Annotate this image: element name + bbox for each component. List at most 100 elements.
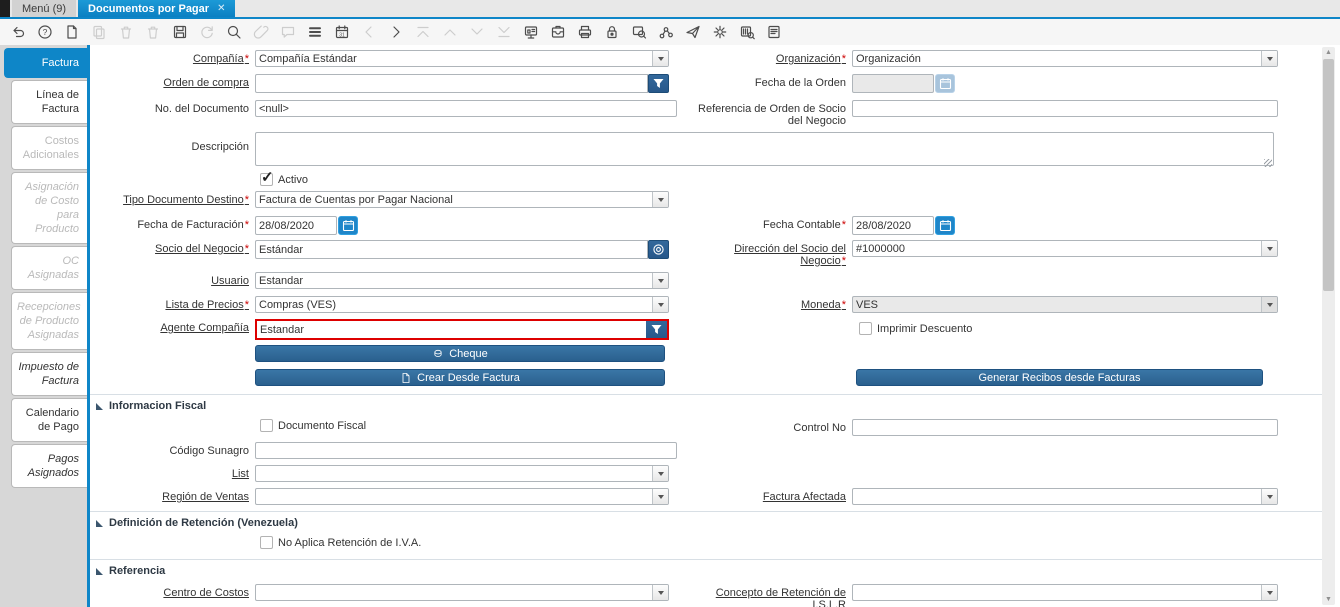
print-icon[interactable] — [576, 24, 593, 41]
usuario-value: Estandar — [259, 275, 304, 287]
organizacion-combo[interactable]: Organización — [852, 50, 1278, 67]
tipo-documento-label[interactable]: Tipo Documento Destino — [95, 191, 255, 208]
fecha-facturacion-input[interactable] — [255, 216, 337, 235]
section-header[interactable]: Informacion Fiscal — [95, 399, 1322, 419]
lista-precios-combo[interactable]: Compras (VES) — [255, 296, 669, 313]
form-row: List — [95, 465, 1322, 482]
referencia-orden-input[interactable] — [852, 100, 1278, 117]
tab-menu[interactable]: Menú (9) — [12, 0, 77, 17]
socio-negocio-label[interactable]: Socio del Negocio — [95, 240, 255, 259]
chevron-down-icon[interactable] — [1261, 585, 1277, 600]
factura-afectada-label[interactable]: Factura Afectada — [690, 488, 852, 505]
chevron-down-icon[interactable] — [652, 489, 668, 504]
socio-negocio-input[interactable] — [255, 240, 648, 259]
report-view-icon[interactable] — [765, 24, 782, 41]
report-icon[interactable] — [522, 24, 539, 41]
find-icon[interactable] — [225, 24, 242, 41]
fecha-contable-input[interactable] — [852, 216, 934, 235]
documento-fiscal-checkbox[interactable]: Documento Fiscal — [260, 419, 366, 432]
codigo-sunagro-input[interactable] — [255, 442, 677, 459]
settings-icon[interactable] — [711, 24, 728, 41]
tab-documentos-por-pagar[interactable]: Documentos por Pagar ✕ — [78, 0, 236, 17]
concepto-islr-combo[interactable] — [852, 584, 1278, 601]
cheque-button-label: Cheque — [449, 347, 488, 360]
sidebar-tab-factura[interactable]: Factura — [4, 48, 87, 78]
workflow-icon[interactable] — [657, 24, 674, 41]
search-funnel-icon[interactable] — [646, 321, 667, 338]
detail-forward-icon[interactable] — [387, 24, 404, 41]
chevron-down-icon[interactable] — [652, 51, 668, 66]
crear-desde-factura-button[interactable]: Crear Desde Factura — [255, 369, 665, 386]
search-funnel-icon[interactable] — [648, 74, 669, 93]
close-tab-icon[interactable]: ✕ — [217, 3, 225, 14]
list-combo[interactable] — [255, 465, 669, 482]
chevron-down-icon[interactable] — [652, 273, 668, 288]
lista-precios-label[interactable]: Lista de Precios — [95, 296, 255, 313]
new-record-icon[interactable] — [63, 24, 80, 41]
activo-checkbox[interactable]: Activo — [260, 168, 308, 186]
region-ventas-label[interactable]: Región de Ventas — [95, 488, 255, 505]
generar-recibos-button[interactable]: Generar Recibos desde Facturas — [856, 369, 1263, 386]
scroll-down-icon[interactable]: ▼ — [1322, 594, 1335, 605]
centro-costos-combo[interactable] — [255, 584, 669, 601]
form-row: Fecha de Facturación Fecha Contable — [95, 216, 1340, 235]
orden-compra-label[interactable]: Orden de compra — [95, 74, 255, 93]
archive-icon[interactable] — [549, 24, 566, 41]
sidebar-tab-impuesto-de-factura[interactable]: Impuesto de Factura — [11, 352, 87, 396]
direccion-socio-label[interactable]: Dirección del Socio del Negocio — [690, 240, 852, 267]
factura-afectada-combo[interactable] — [852, 488, 1278, 505]
section-title: Definición de Retención (Venezuela) — [109, 517, 298, 529]
compania-combo[interactable]: Compañía Estándar — [255, 50, 669, 67]
descripcion-textarea[interactable] — [255, 132, 1274, 166]
control-no-input[interactable] — [852, 419, 1278, 436]
chevron-down-icon[interactable] — [1261, 241, 1277, 256]
chevron-down-icon[interactable] — [1261, 489, 1277, 504]
chat-icon — [279, 24, 296, 41]
sidebar-tab-linea-de-factura[interactable]: Línea de Factura — [11, 80, 87, 124]
no-documento-input[interactable] — [255, 100, 677, 117]
scrollbar-thumb[interactable] — [1323, 59, 1334, 291]
product-info-icon[interactable] — [738, 24, 755, 41]
chevron-down-icon[interactable] — [652, 297, 668, 312]
region-ventas-combo[interactable] — [255, 488, 669, 505]
section-header[interactable]: Definición de Retención (Venezuela) — [95, 516, 1322, 536]
zoom-across-icon[interactable] — [630, 24, 647, 41]
sidebar-tab-pagos-asignados[interactable]: Pagos Asignados — [11, 444, 87, 488]
region-ventas-value — [256, 489, 652, 504]
chevron-down-icon[interactable] — [1261, 51, 1277, 66]
imprimir-descuento-checkbox[interactable]: Imprimir Descuento — [859, 322, 972, 335]
organizacion-label[interactable]: Organización — [690, 50, 852, 67]
usuario-combo[interactable]: Estandar — [255, 272, 669, 289]
compania-label[interactable]: Compañía — [95, 50, 255, 67]
calendar-icon[interactable] — [935, 216, 955, 235]
agente-compania-label[interactable]: Agente Compañía — [95, 319, 255, 340]
send-icon[interactable] — [684, 24, 701, 41]
chevron-down-icon[interactable] — [652, 585, 668, 600]
lock-icon[interactable] — [603, 24, 620, 41]
no-aplica-retencion-checkbox[interactable]: No Aplica Retención de I.V.A. — [260, 536, 421, 549]
save-icon[interactable] — [171, 24, 188, 41]
cheque-button[interactable]: Cheque — [255, 345, 665, 362]
sidebar-tab-calendario-de-pago[interactable]: Calendario de Pago — [11, 398, 87, 442]
section-title: Referencia — [109, 565, 166, 577]
calendar-icon[interactable] — [338, 216, 358, 235]
grid-toggle-icon[interactable] — [306, 24, 323, 41]
calendar-icon[interactable]: 31 — [333, 24, 350, 41]
usuario-label[interactable]: Usuario — [95, 272, 255, 289]
moneda-label[interactable]: Moneda — [690, 296, 852, 313]
help-icon[interactable]: ? — [36, 24, 53, 41]
business-partner-search-icon[interactable] — [648, 240, 669, 259]
chevron-down-icon[interactable] — [652, 192, 668, 207]
scroll-up-icon[interactable]: ▲ — [1322, 47, 1335, 58]
direccion-socio-combo[interactable]: #1000000 — [852, 240, 1278, 257]
section-header[interactable]: Referencia — [95, 564, 1322, 584]
concepto-islr-label[interactable]: Concepto de Retención de I.S.L.R — [690, 584, 852, 607]
agente-compania-input[interactable] — [257, 321, 646, 338]
undo-icon[interactable] — [9, 24, 26, 41]
tipo-documento-combo[interactable]: Factura de Cuentas por Pagar Nacional — [255, 191, 669, 208]
vertical-scrollbar[interactable]: ▲ ▼ — [1322, 47, 1335, 605]
orden-compra-input[interactable] — [255, 74, 648, 93]
list-label[interactable]: List — [95, 465, 255, 482]
chevron-down-icon[interactable] — [652, 466, 668, 481]
centro-costos-label[interactable]: Centro de Costos — [95, 584, 255, 601]
